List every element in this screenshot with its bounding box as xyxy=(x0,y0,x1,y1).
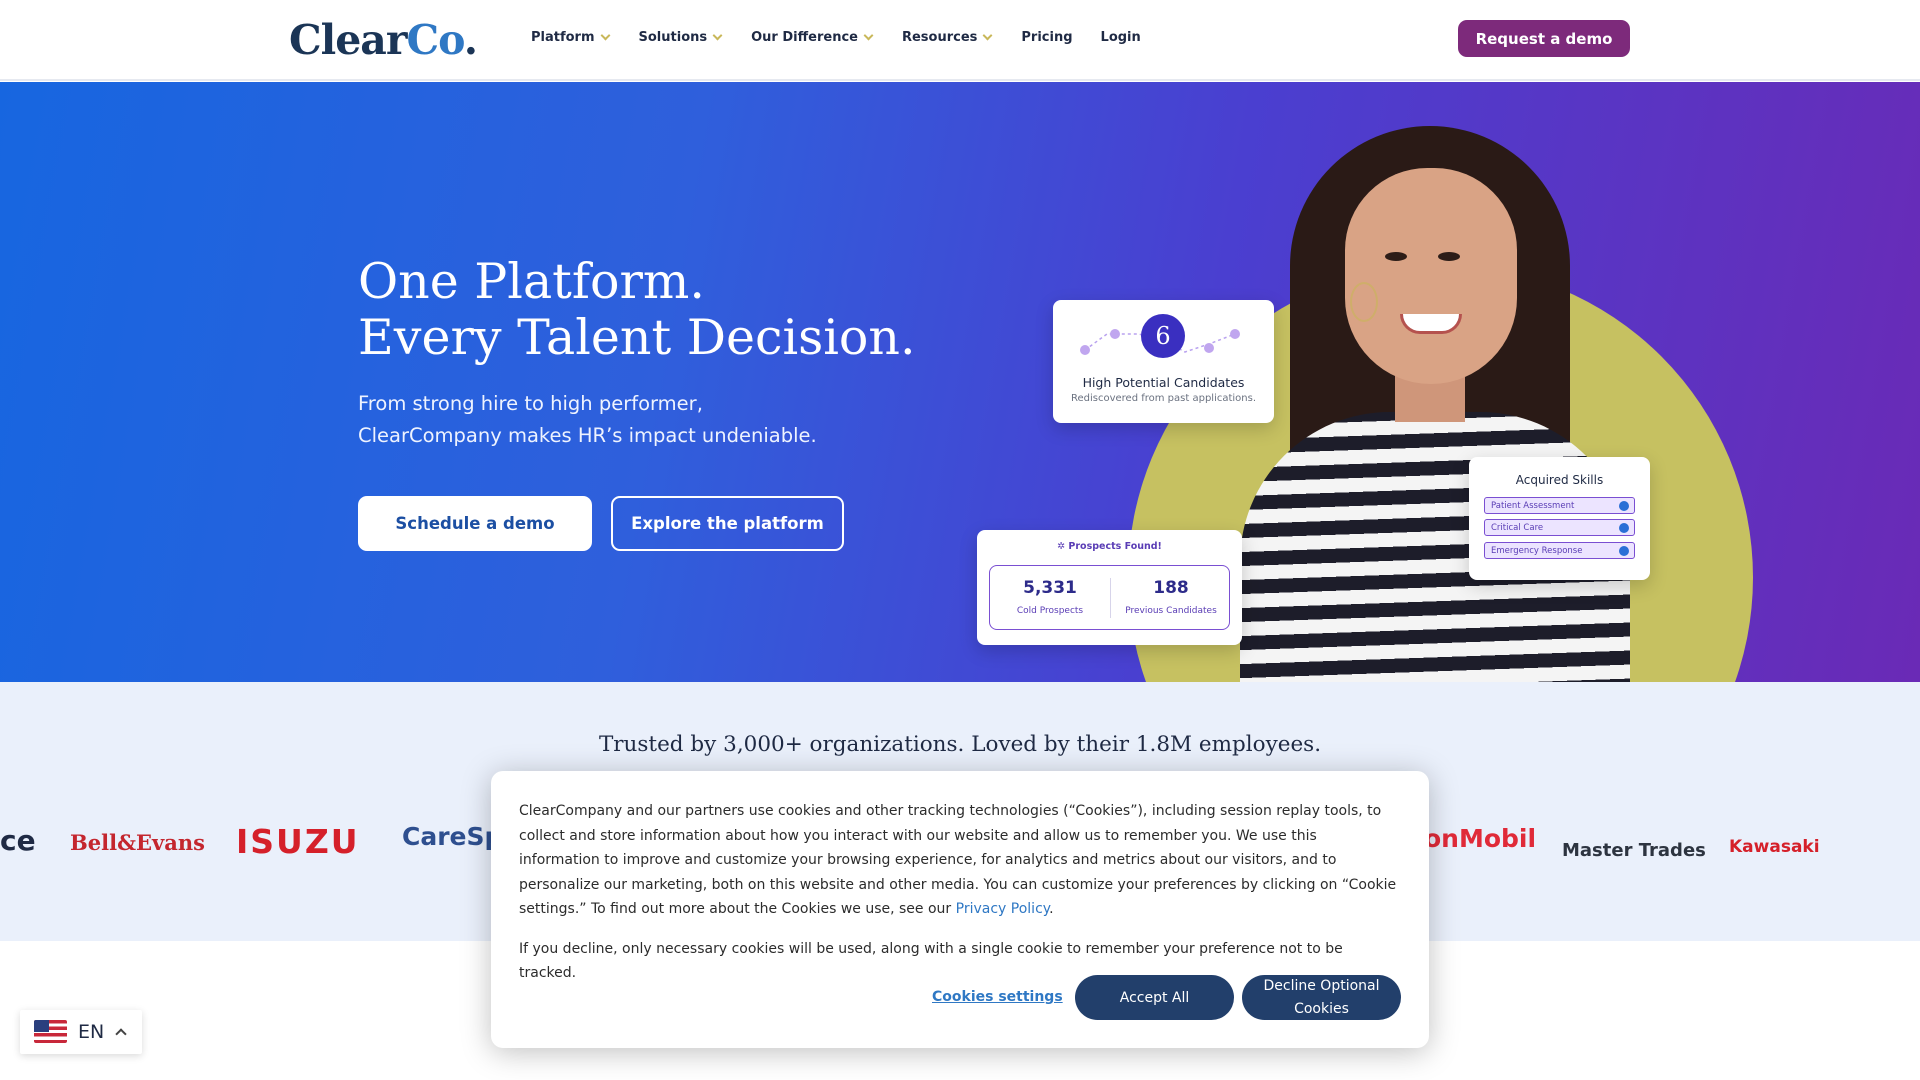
chevron-up-icon xyxy=(115,1028,127,1040)
logo-text-dot: . xyxy=(463,16,478,64)
nav-solutions-label: Solutions xyxy=(638,30,708,45)
high-potential-card: 6 High Potential Candidates Rediscovered… xyxy=(1053,300,1274,423)
person-eye-right xyxy=(1438,252,1460,261)
nav-platform[interactable]: Platform xyxy=(531,30,610,45)
customer-logo-kawasaki: Kawasaki xyxy=(1729,837,1820,857)
skill-item-label: Emergency Response xyxy=(1491,545,1583,556)
chevron-down-icon xyxy=(600,30,610,41)
request-demo-button[interactable]: Request a demo xyxy=(1458,20,1630,57)
previous-candidates-value: 188 xyxy=(1153,578,1189,598)
logo-text-co: Co xyxy=(406,16,464,64)
skill-item: Critical Care xyxy=(1484,519,1635,536)
nav-our-difference-label: Our Difference xyxy=(751,30,858,45)
cookie-consent-dialog: ClearCompany and our partners use cookie… xyxy=(491,771,1429,1048)
customer-logo-isuzu: ISUZU xyxy=(236,822,360,861)
skill-item-label: Critical Care xyxy=(1491,522,1544,533)
customer-logo-exxonmobil: onMobil xyxy=(1424,824,1537,853)
customer-logo-master-trades: Master Trades xyxy=(1562,840,1706,861)
explore-platform-button[interactable]: Explore the platform xyxy=(611,496,844,551)
nav-pricing-label: Pricing xyxy=(1021,30,1073,45)
hero-subtitle-line2: ClearCompany makes HR’s impact undeniabl… xyxy=(358,424,817,447)
schedule-demo-button[interactable]: Schedule a demo xyxy=(358,496,592,551)
cookie-text-end: . xyxy=(1049,901,1054,918)
nav-pricing[interactable]: Pricing xyxy=(1021,30,1072,45)
main-nav: Platform Solutions Our Difference Resour… xyxy=(531,30,1169,45)
customer-logo-caresp: CareSp xyxy=(402,822,503,851)
nav-platform-label: Platform xyxy=(531,30,595,45)
hero-title-line2: Every Talent Decision. xyxy=(358,309,916,366)
hero-section: One Platform. Every Talent Decision. Fro… xyxy=(0,82,1920,682)
nav-login[interactable]: Login xyxy=(1101,30,1141,45)
nav-login-label: Login xyxy=(1100,30,1141,45)
high-potential-count: 6 xyxy=(1141,314,1185,358)
person-earring xyxy=(1350,282,1378,322)
hero-subtitle-line1: From strong hire to high performer, xyxy=(358,392,703,415)
chevron-down-icon xyxy=(712,30,723,41)
customer-logo: ce xyxy=(0,824,36,857)
site-header: ClearCo. Platform Solutions Our Differen… xyxy=(0,0,1920,81)
hero-subtitle: From strong hire to high performer, Clea… xyxy=(358,388,918,452)
chevron-down-icon xyxy=(863,30,874,41)
cookies-settings-link[interactable]: Cookies settings xyxy=(932,989,1063,1005)
hero-title: One Platform. Every Talent Decision. xyxy=(358,254,916,366)
clearco-logo[interactable]: ClearCo. xyxy=(289,16,478,64)
decline-optional-cookies-button[interactable]: Decline Optional Cookies xyxy=(1242,975,1401,1020)
high-potential-subtitle: Rediscovered from past applications. xyxy=(1070,393,1257,404)
check-icon xyxy=(1619,523,1629,533)
language-label: EN xyxy=(78,1021,105,1043)
chevron-down-icon xyxy=(982,30,993,41)
nav-our-difference[interactable]: Our Difference xyxy=(751,30,874,45)
prospects-title: ✲ Prospects Found! xyxy=(1057,541,1162,552)
acquired-skills-card: Acquired Skills Patient Assessment Criti… xyxy=(1469,457,1650,580)
nav-solutions[interactable]: Solutions xyxy=(638,30,723,45)
cookie-description: ClearCompany and our partners use cookie… xyxy=(519,799,1399,922)
prospects-stats: 5,331 Cold Prospects 188 Previous Candid… xyxy=(989,565,1230,630)
check-icon xyxy=(1619,546,1629,556)
language-selector[interactable]: EN xyxy=(20,1010,142,1054)
customer-logo-bell-evans: Bell&Evans xyxy=(70,830,205,855)
privacy-policy-link[interactable]: Privacy Policy xyxy=(956,901,1049,917)
prospects-card: ✲ Prospects Found! 5,331 Cold Prospects … xyxy=(977,530,1242,645)
previous-candidates-label: Previous Candidates xyxy=(1125,606,1217,616)
flag-canton xyxy=(34,1020,49,1032)
cold-prospects-value: 5,331 xyxy=(1023,578,1077,598)
nav-resources[interactable]: Resources xyxy=(901,30,993,45)
logo-text-clear: Clear xyxy=(289,16,407,64)
us-flag-icon xyxy=(34,1020,67,1043)
cold-prospects-label: Cold Prospects xyxy=(1016,606,1084,616)
high-potential-title: High Potential Candidates xyxy=(1082,375,1245,390)
person-face xyxy=(1345,168,1517,384)
skill-item-label: Patient Assessment xyxy=(1491,500,1575,511)
skill-item: Emergency Response xyxy=(1484,542,1635,559)
skill-item: Patient Assessment xyxy=(1484,497,1635,514)
check-icon xyxy=(1619,501,1629,511)
person-eye-left xyxy=(1385,252,1407,261)
skills-title: Acquired Skills xyxy=(1515,473,1604,487)
hero-title-line1: One Platform. xyxy=(358,253,705,310)
prospects-title-text: Prospects Found! xyxy=(1068,541,1162,552)
nav-resources-label: Resources xyxy=(901,30,978,45)
accept-all-button[interactable]: Accept All xyxy=(1075,975,1234,1020)
trusted-title: Trusted by 3,000+ organizations. Loved b… xyxy=(598,732,1322,757)
